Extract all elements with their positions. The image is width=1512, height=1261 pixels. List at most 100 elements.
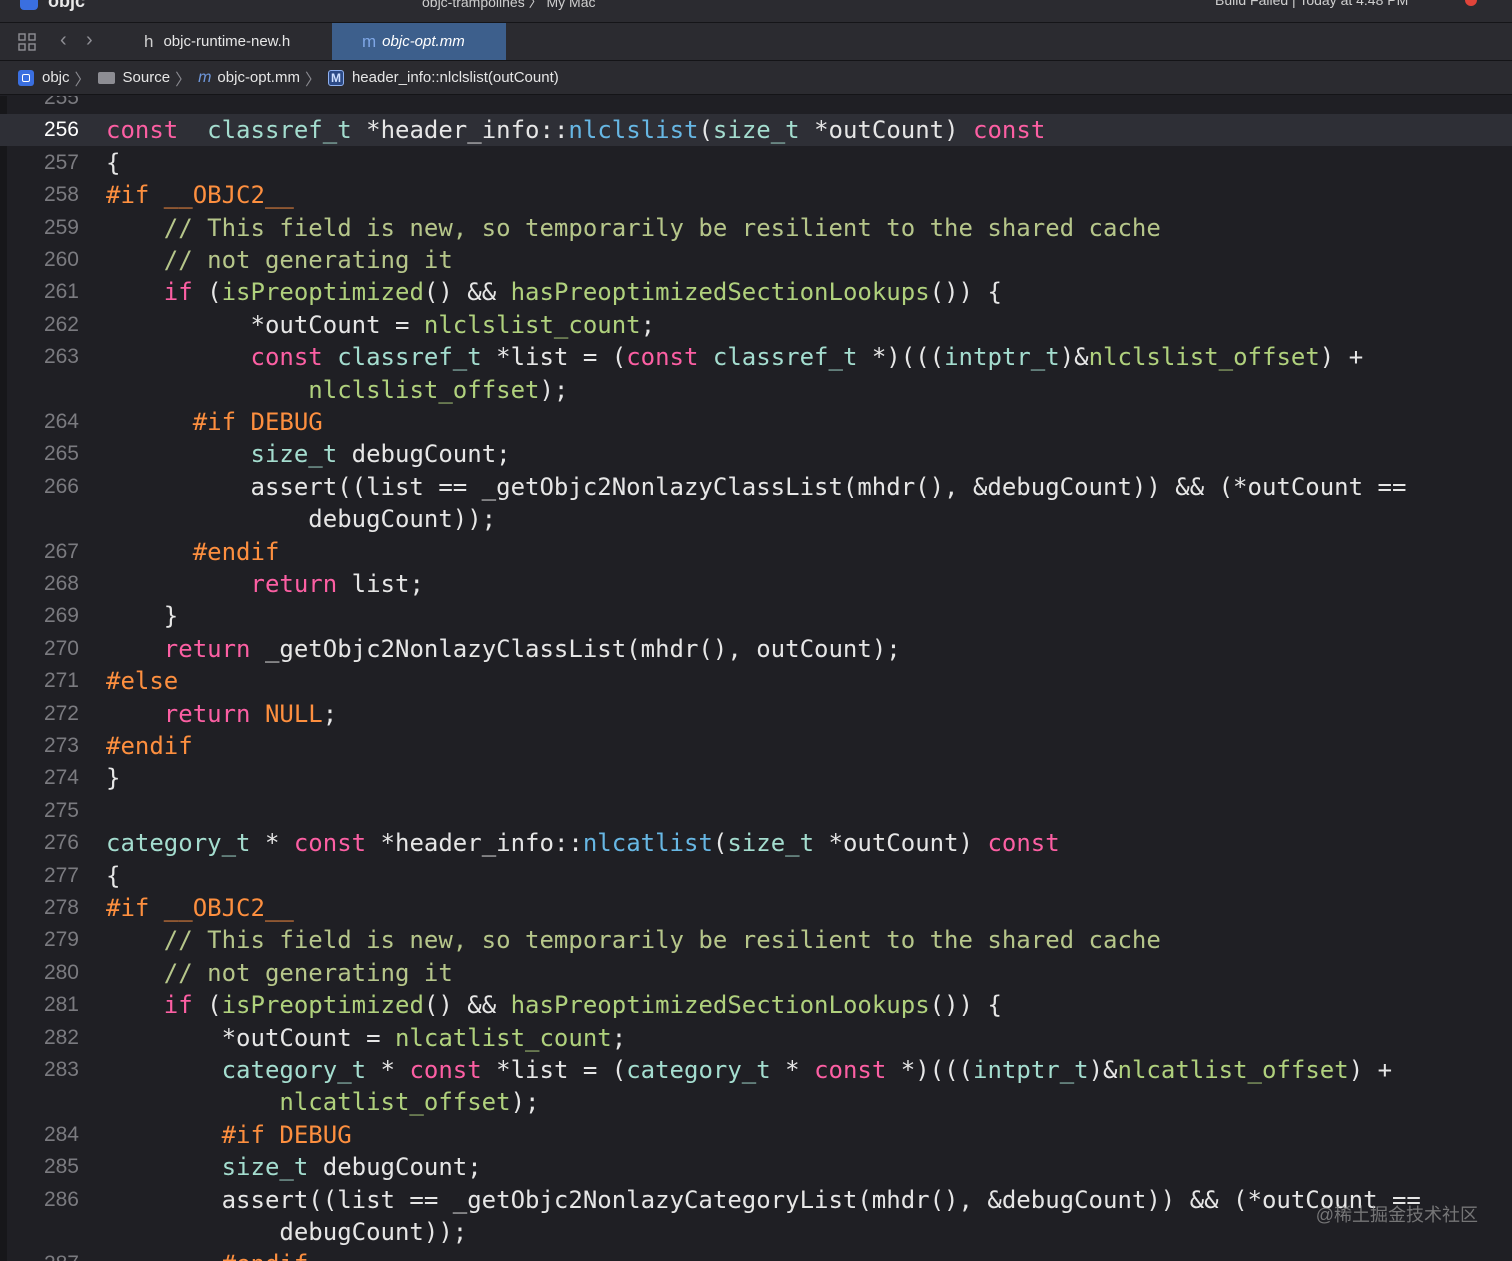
code-text: #if DEBUG [106,1119,352,1151]
line-number[interactable]: 284 [7,1119,79,1151]
line-number[interactable]: 258 [7,179,79,211]
code-token: nlclslist_offset [1088,343,1320,372]
line-number[interactable]: 274 [7,762,79,794]
line-number[interactable]: 275 [7,795,79,827]
breadcrumb-item-method[interactable]: M header_info::nlclslist(outCount) [327,69,559,86]
code-line[interactable]: 266 assert((list == _getObjc2NonlazyClas… [0,471,1512,503]
code-line[interactable]: 262 *outCount = nlclslist_count; [0,309,1512,341]
scheme-selector[interactable]: objc-trampolines 〉 My Mac [422,0,596,12]
code-line[interactable]: 270 return _getObjc2NonlazyClassList(mhd… [0,633,1512,665]
code-line[interactable]: 271 #else [0,665,1512,697]
line-number[interactable]: 270 [7,633,79,665]
line-number[interactable]: 283 [7,1054,79,1086]
code-line[interactable]: 258 #if __OBJC2__ [0,179,1512,211]
code-line[interactable]: 283 category_t * const *list = (category… [0,1054,1512,1086]
code-line[interactable]: 272 return NULL; [0,698,1512,730]
line-number[interactable]: 255 [7,96,79,114]
line-number[interactable]: 282 [7,1022,79,1054]
code-line[interactable]: 281 if (isPreoptimized() && hasPreoptimi… [0,989,1512,1021]
error-badge-icon[interactable] [1465,0,1477,6]
code-line[interactable]: nlclslist_offset); [0,374,1512,406]
code-line[interactable]: 255 [0,96,1512,114]
line-number[interactable]: 267 [7,536,79,568]
line-number[interactable]: 259 [7,212,79,244]
line-number[interactable]: 287 [7,1248,79,1261]
back-arrow-icon[interactable]: ‹ [60,29,67,52]
project-icon [20,0,38,10]
tab-objc-runtime-new-h[interactable]: h objc-runtime-new.h [130,23,330,60]
line-number[interactable]: 279 [7,924,79,956]
code-line[interactable]: 277 { [0,860,1512,892]
line-number[interactable]: 266 [7,471,79,503]
code-line[interactable]: 269 } [0,600,1512,632]
breadcrumb-item-folder[interactable]: Source [97,69,170,86]
line-number[interactable]: 276 [7,827,79,859]
line-number[interactable]: 269 [7,600,79,632]
line-number[interactable]: 263 [7,341,79,373]
code-line[interactable]: 279 // This field is new, so temporarily… [0,924,1512,956]
code-text: // not generating it [106,244,453,276]
line-number[interactable]: 271 [7,665,79,697]
code-line[interactable]: debugCount)); [0,503,1512,535]
code-line[interactable]: 276 category_t * const *header_info::nlca… [0,827,1512,859]
code-token: #endif [222,1250,309,1261]
code-line[interactable]: 263 const classref_t *list = (const clas… [0,341,1512,373]
code-line[interactable]: debugCount)); [0,1216,1512,1248]
code-text: #endif [106,1248,309,1261]
source-editor[interactable]: 255 256 const classref_t *header_info::nlc… [0,96,1512,1261]
code-line[interactable]: 268 return list; [0,568,1512,600]
code-line[interactable]: 256 const classref_t *header_info::nlclsl… [0,114,1512,147]
code-token: // not generating it [163,246,453,274]
line-number[interactable]: 257 [7,147,79,179]
line-number[interactable]: 277 [7,860,79,892]
code-token: #if __OBJC2__ [106,894,294,922]
breadcrumb-item-project[interactable]: objc [18,69,70,86]
code-line[interactable]: 264 #if DEBUG [0,406,1512,438]
line-number[interactable]: 278 [7,892,79,924]
code-line[interactable]: 275 [0,795,1512,827]
code-line[interactable]: 273 #endif [0,730,1512,762]
code-text: return list; [106,568,424,600]
line-number[interactable]: 281 [7,989,79,1021]
code-text: assert((list == _getObjc2NonlazyCategory… [106,1184,1421,1216]
breadcrumb-item-file[interactable]: m objc-opt.mm [198,69,300,87]
code-line[interactable]: 282 *outCount = nlcatlist_count; [0,1022,1512,1054]
line-number[interactable]: 265 [7,438,79,470]
code-token: ( [192,278,222,307]
breadcrumb-label: header_info::nlclslist(outCount) [351,69,559,86]
code-line[interactable]: 274} [0,762,1512,794]
line-number[interactable]: 272 [7,698,79,730]
line-number[interactable]: 268 [7,568,79,600]
code-line[interactable]: 280 // not generating it [0,957,1512,989]
related-items-grid-icon[interactable] [18,33,36,51]
code-text: #if __OBJC2__ [106,892,294,924]
line-number[interactable]: 260 [7,244,79,276]
code-token: { [106,148,121,177]
code-line[interactable]: 259 // This field is new, so temporarily… [0,212,1512,244]
code-line[interactable]: nlcatlist_offset); [0,1086,1512,1118]
line-number[interactable]: 280 [7,957,79,989]
code-line[interactable]: 285 size_t debugCount; [0,1151,1512,1183]
line-number[interactable]: 286 [7,1184,79,1216]
forward-arrow-icon[interactable]: › [86,29,93,52]
tab-objc-opt-mm[interactable]: m objc-opt.mm [332,23,506,60]
code-line[interactable]: 265 size_t debugCount; [0,438,1512,470]
line-number[interactable]: 273 [7,730,79,762]
code-line[interactable]: 257 { [0,147,1512,179]
line-number[interactable]: 264 [7,406,79,438]
code-line[interactable]: 267 #endif [0,536,1512,568]
line-number[interactable]: 285 [7,1151,79,1183]
code-line[interactable]: 286 assert((list == _getObjc2NonlazyCate… [0,1184,1512,1216]
code-token: nlclslist_offset [308,375,540,404]
line-number[interactable]: 261 [7,276,79,308]
code-line[interactable]: 261 if (isPreoptimized() && hasPreoptimi… [0,276,1512,308]
code-line[interactable]: 284 #if DEBUG [0,1119,1512,1151]
code-line[interactable]: 260 // not generating it [0,244,1512,276]
line-number[interactable]: 256 [7,114,79,146]
code-line[interactable]: 287 #endif [0,1248,1512,1261]
code-line[interactable]: 278 #if __OBJC2__ [0,892,1512,924]
code-text: } [106,762,120,794]
line-number[interactable]: 262 [7,309,79,341]
code-token: nlclslist_count [423,310,641,339]
